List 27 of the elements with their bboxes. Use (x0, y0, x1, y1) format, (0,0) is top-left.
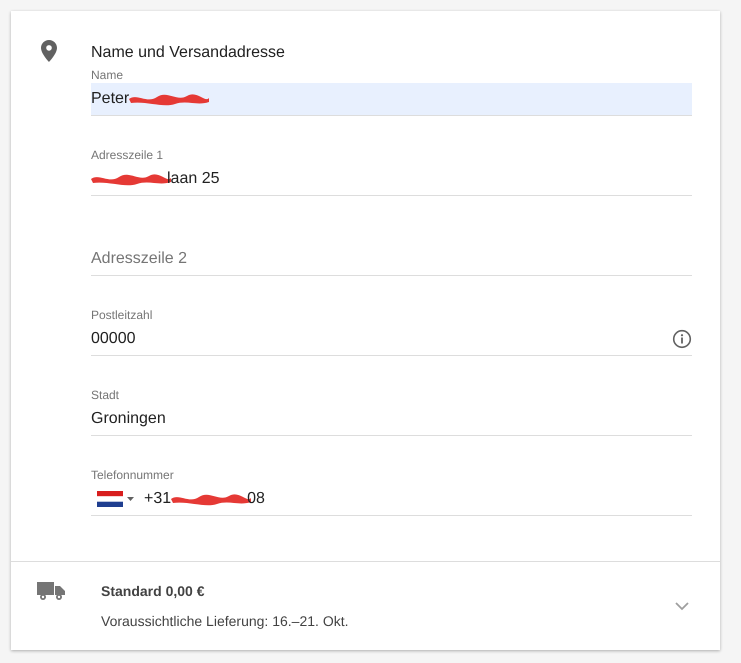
field-value: Peter (91, 90, 130, 108)
caret-icon (127, 497, 134, 501)
shipping-method: Standard 0,00 € (101, 583, 206, 599)
field-value: +31 (144, 490, 172, 508)
field-label: Telefonnummer (91, 468, 174, 482)
input-field[interactable]: Peter (91, 83, 692, 116)
input-field[interactable]: laan 25 (91, 163, 692, 196)
section-title: Name und Versandadresse (91, 43, 286, 63)
placeholder: Adresszeile 2 (91, 250, 188, 268)
field-value: Groningen (91, 410, 166, 428)
delivery-estimate: Voraussichtliche Lieferung: 16.–21. Okt. (101, 613, 350, 629)
field-value: laan 25 (167, 170, 220, 188)
input-field[interactable]: 00000 (91, 323, 692, 356)
field-label: Stadt (91, 388, 120, 402)
info-icon[interactable] (672, 329, 692, 349)
country-selector[interactable] (97, 491, 134, 507)
field-value: 00000 (91, 330, 136, 348)
field-label: Name (91, 68, 124, 82)
input-field[interactable]: Adresszeile 2 (91, 243, 692, 276)
input-field[interactable]: Groningen (91, 403, 692, 436)
field-value: 08 (247, 490, 265, 508)
input-field[interactable]: +31 08 (91, 483, 692, 516)
flag-icon (97, 491, 123, 507)
field-label: Postleitzahl (91, 308, 152, 322)
field-label: Adresszeile 1 (91, 148, 164, 162)
location-pin-icon (41, 40, 57, 62)
truck-icon (37, 580, 65, 602)
